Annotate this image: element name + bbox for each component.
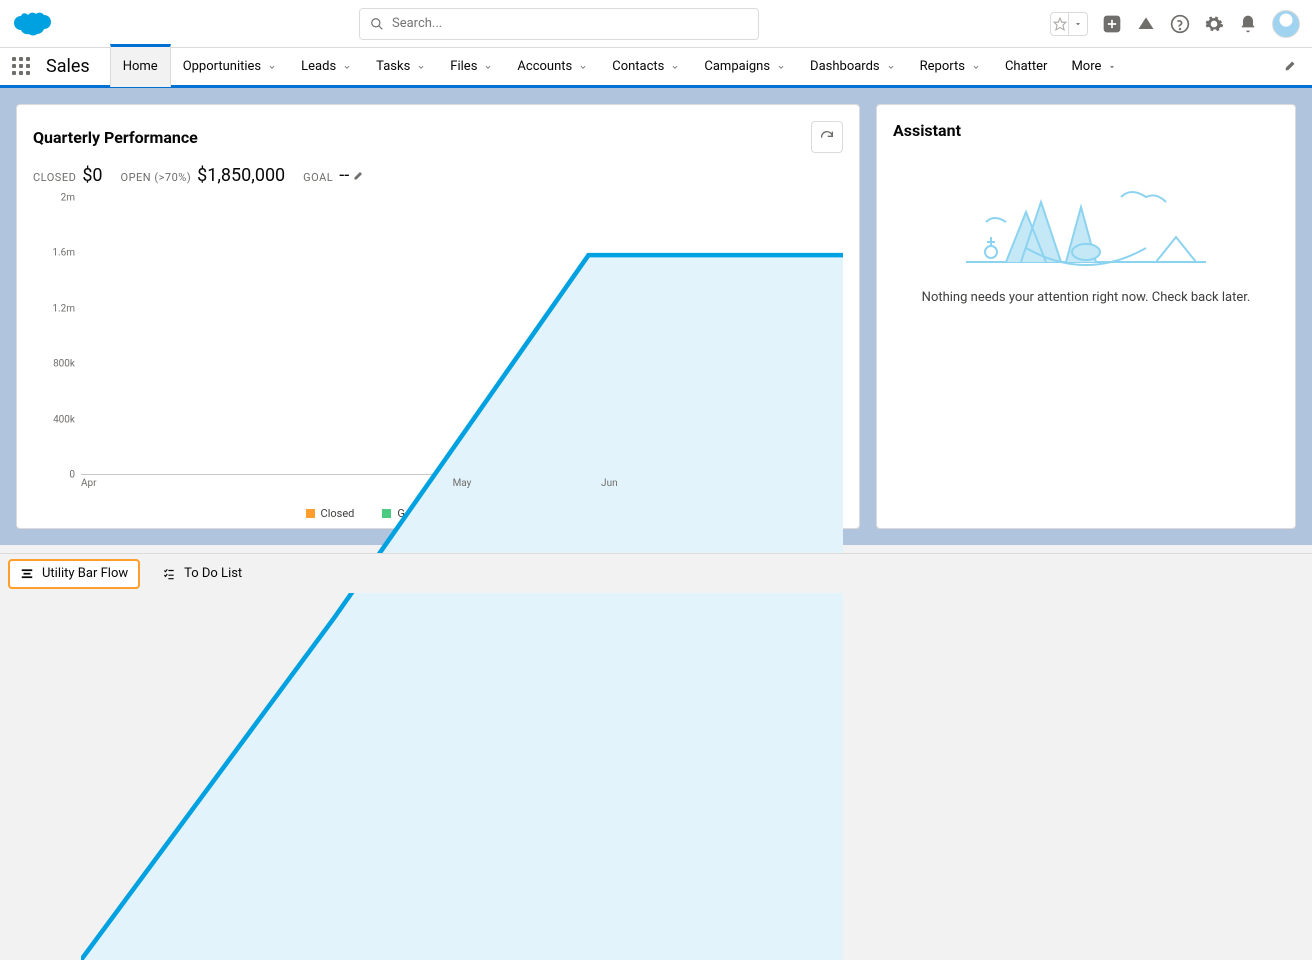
chevron-down-icon	[578, 62, 588, 72]
nav-tab-leads[interactable]: Leads	[289, 44, 364, 87]
add-icon[interactable]	[1102, 14, 1122, 34]
nav-tab-tasks[interactable]: Tasks	[364, 44, 438, 87]
y-tick: 2m	[61, 193, 75, 204]
goal-value: --	[339, 165, 349, 186]
chevron-down-icon	[776, 62, 786, 72]
assistant-card: Assistant Nothing needs your attention r…	[876, 104, 1296, 529]
search-input[interactable]	[392, 16, 748, 31]
open-label: OPEN (>70%)	[121, 171, 192, 184]
open-value: $1,850,000	[197, 165, 285, 186]
user-avatar[interactable]	[1272, 10, 1300, 38]
y-tick: 1.6m	[52, 248, 75, 259]
nav-tab-home[interactable]: Home	[110, 44, 171, 87]
x-tick: Jun	[482, 478, 736, 489]
nav-tab-more[interactable]: More	[1059, 44, 1129, 87]
chevron-down-icon	[971, 62, 981, 72]
chevron-down-icon	[886, 62, 896, 72]
nav-tab-opportunities[interactable]: Opportunities	[171, 44, 289, 87]
chevron-down-icon	[416, 62, 426, 72]
edit-goal-pencil-icon[interactable]	[353, 166, 365, 185]
app-launcher-icon[interactable]	[12, 57, 32, 77]
global-search[interactable]	[359, 8, 759, 40]
utility-todo-label: To Do List	[184, 566, 242, 581]
chevron-down-icon	[483, 62, 493, 72]
salesforce-help-icon[interactable]	[1136, 14, 1156, 34]
nav-tab-files[interactable]: Files	[438, 44, 505, 87]
nav-tab-chatter[interactable]: Chatter	[993, 44, 1060, 87]
nav-tab-contacts[interactable]: Contacts	[600, 44, 692, 87]
salesforce-logo[interactable]	[12, 10, 52, 38]
assistant-message: Nothing needs your attention right now. …	[922, 290, 1251, 305]
refresh-button[interactable]	[811, 121, 843, 153]
assistant-title: Assistant	[893, 121, 961, 140]
utility-flow-label: Utility Bar Flow	[42, 566, 128, 581]
utility-bar-flow-button[interactable]: Utility Bar Flow	[8, 559, 140, 589]
y-tick: 800k	[53, 359, 75, 370]
closed-value: $0	[82, 165, 102, 186]
assistant-illustration	[966, 152, 1206, 272]
y-tick: 1.2m	[52, 303, 75, 314]
nav-tab-accounts[interactable]: Accounts	[505, 44, 600, 87]
y-tick: 0	[69, 470, 75, 481]
closed-label: CLOSED	[33, 171, 76, 184]
edit-nav-pencil-icon[interactable]	[1278, 57, 1304, 76]
favorite-star-icon[interactable]	[1051, 13, 1069, 35]
app-name: Sales	[46, 56, 90, 77]
quarterly-performance-card: Quarterly Performance CLOSED $0 OPEN (>70…	[16, 104, 860, 529]
card-title: Quarterly Performance	[33, 128, 198, 147]
x-tick: Apr	[81, 478, 335, 489]
performance-chart: 0400k800k1.2m1.6m2m AprMayJun	[33, 198, 843, 501]
search-icon	[370, 17, 384, 31]
flow-icon	[20, 567, 34, 581]
help-icon[interactable]	[1170, 14, 1190, 34]
chevron-down-icon	[670, 62, 680, 72]
nav-tab-campaigns[interactable]: Campaigns	[692, 44, 798, 87]
checklist-icon	[162, 567, 176, 581]
chevron-down-icon	[1107, 62, 1117, 72]
goal-label: GOAL	[303, 171, 333, 184]
utility-todo-button[interactable]: To Do List	[152, 559, 252, 589]
favorite-dropdown-icon[interactable]	[1069, 13, 1087, 35]
chevron-down-icon	[267, 62, 277, 72]
nav-tab-reports[interactable]: Reports	[908, 44, 993, 87]
setup-gear-icon[interactable]	[1204, 14, 1224, 34]
nav-tab-dashboards[interactable]: Dashboards	[798, 44, 908, 87]
y-tick: 400k	[53, 414, 75, 425]
chevron-down-icon	[342, 62, 352, 72]
notifications-bell-icon[interactable]	[1238, 14, 1258, 34]
